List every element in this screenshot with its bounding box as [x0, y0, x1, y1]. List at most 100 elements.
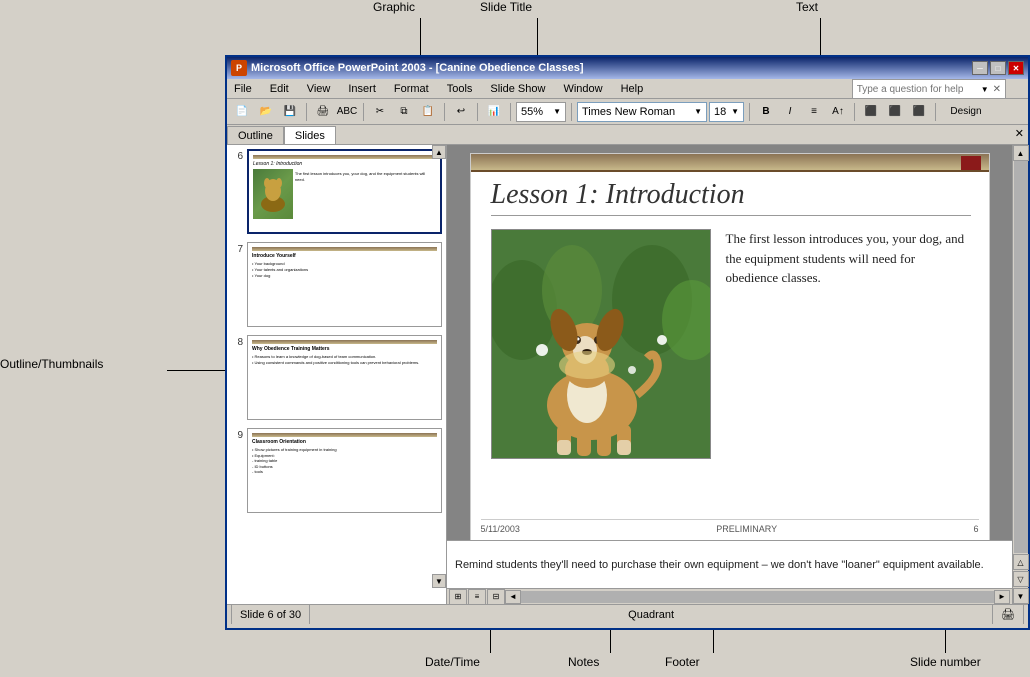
- slide-main: Lesson 1: Introduction: [447, 145, 1012, 604]
- toolbar-sep-7: [749, 103, 750, 121]
- layout-section: Quadrant: [310, 605, 993, 624]
- menu-slideshow[interactable]: Slide Show: [487, 82, 548, 96]
- menu-help[interactable]: Help: [618, 82, 647, 96]
- slide-number-annotation-label: Slide number: [910, 655, 981, 669]
- pane-tab-row: Outline Slides ✕: [227, 125, 1028, 145]
- notes-annotation-label: Notes: [568, 655, 599, 669]
- design-status-icon[interactable]: 🖨: [1001, 608, 1015, 621]
- open-button[interactable]: 📂: [255, 102, 277, 122]
- pane-close-button[interactable]: ✕: [1015, 127, 1024, 140]
- menu-bar: File Edit View Insert Format Tools Slide…: [227, 79, 1028, 99]
- zoom-box[interactable]: 55% ▼: [516, 102, 566, 122]
- help-search-box[interactable]: ▼ ✕: [852, 79, 1006, 99]
- scroll-down-button[interactable]: ▼: [1013, 588, 1029, 604]
- zoom-dropdown-icon[interactable]: ▼: [553, 107, 561, 116]
- view-buttons: ⊞ ≡ ⊟: [449, 589, 505, 605]
- thumb-scroll-up[interactable]: ▲: [432, 145, 446, 159]
- slide-footer: 5/11/2003 PRELIMINARY 6: [481, 519, 979, 534]
- thumb-slide-9[interactable]: Classroom Orientation • Show pictures of…: [247, 428, 442, 513]
- slidesorter-view-button[interactable]: ⊟: [487, 589, 505, 605]
- font-size-box[interactable]: 18 ▼: [709, 102, 744, 122]
- thumb-slide-6[interactable]: Lesson 1: Introduction: [247, 149, 442, 234]
- menu-tools[interactable]: Tools: [444, 82, 476, 96]
- prev-slide-button[interactable]: △: [1013, 554, 1029, 570]
- thumb-content-8: Why Obedience Training Matters • Reasons…: [248, 336, 441, 419]
- scroll-track[interactable]: [1014, 161, 1028, 553]
- slides-tab[interactable]: Slides: [284, 126, 336, 144]
- cut-button[interactable]: ✂: [369, 102, 391, 122]
- thumb-slide-7[interactable]: Introduce Yourself • Your background• Yo…: [247, 242, 442, 327]
- thumbnail-slide-6[interactable]: 6 Lesson 1: Introduction: [231, 149, 442, 234]
- help-search-input[interactable]: [857, 84, 977, 95]
- help-close-icon[interactable]: ✕: [993, 84, 1001, 95]
- minimize-button[interactable]: ─: [972, 61, 988, 75]
- thumb-num-9: 9: [231, 428, 243, 441]
- app-icon: P: [231, 60, 247, 76]
- right-scrollbar: ▲ △ ▽ ▼: [1012, 145, 1028, 604]
- toolbar-sep-3: [444, 103, 445, 121]
- thumbnail-slide-9[interactable]: 9 Classroom Orientation • Show pictures …: [231, 428, 442, 513]
- slide-info-section: Slide 6 of 30: [231, 605, 310, 624]
- thumb-slide-8[interactable]: Why Obedience Training Matters • Reasons…: [247, 335, 442, 420]
- design-button[interactable]: Design: [941, 102, 991, 122]
- pane-tabs: Outline Slides: [227, 126, 336, 144]
- bottom-scrollbar[interactable]: ⊞ ≡ ⊟ ◄ ►: [447, 588, 1012, 604]
- font-name-box[interactable]: Times New Roman ▼: [577, 102, 707, 122]
- menu-file[interactable]: File: [231, 82, 255, 96]
- app-window: P Microsoft Office PowerPoint 2003 - [Ca…: [225, 55, 1030, 630]
- menu-insert[interactable]: Insert: [345, 82, 379, 96]
- slide-canvas: Lesson 1: Introduction: [470, 153, 990, 540]
- copy-button[interactable]: ⧉: [393, 102, 415, 122]
- toolbar-sep-5: [510, 103, 511, 121]
- close-button[interactable]: ✕: [1008, 61, 1024, 75]
- normal-view-button[interactable]: ⊞: [449, 589, 467, 605]
- toolbar-sep-6: [571, 103, 572, 121]
- font-name-dropdown-icon[interactable]: ▼: [694, 107, 702, 116]
- window-title: Microsoft Office PowerPoint 2003 - [Cani…: [251, 62, 584, 74]
- date-time-annotation-label: Date/Time: [425, 655, 480, 669]
- menu-edit[interactable]: Edit: [267, 82, 292, 96]
- align-right-button[interactable]: ⬛: [908, 102, 930, 122]
- bullets-button[interactable]: ≡: [803, 102, 825, 122]
- title-bar-buttons[interactable]: ─ □ ✕: [972, 61, 1024, 75]
- increase-font-button[interactable]: A↑: [827, 102, 849, 122]
- undo-button[interactable]: ↩: [450, 102, 472, 122]
- outline-tab[interactable]: Outline: [227, 126, 284, 144]
- scroll-left-button[interactable]: ◄: [505, 590, 521, 604]
- font-name-value: Times New Roman: [582, 106, 675, 118]
- maximize-button[interactable]: □: [990, 61, 1006, 75]
- title-bar-left: P Microsoft Office PowerPoint 2003 - [Ca…: [231, 60, 584, 76]
- align-center-button[interactable]: ⬛: [884, 102, 906, 122]
- thumbnail-slide-8[interactable]: 8 Why Obedience Training Matters • Reaso…: [231, 335, 442, 420]
- menu-window[interactable]: Window: [560, 82, 605, 96]
- thumbnail-panel: ▲ 6 Lesson 1: Introduction: [227, 145, 447, 604]
- thumbnail-slide-7[interactable]: 7 Introduce Yourself • Your background• …: [231, 242, 442, 327]
- menu-view[interactable]: View: [304, 82, 334, 96]
- scroll-right-button[interactable]: ►: [994, 590, 1010, 604]
- slide-info-text: Slide 6 of 30: [240, 609, 301, 621]
- scroll-up-button[interactable]: ▲: [1013, 145, 1029, 161]
- next-slide-button[interactable]: ▽: [1013, 571, 1029, 587]
- new-button[interactable]: 📄: [231, 102, 253, 122]
- help-dropdown-icon[interactable]: ▼: [981, 85, 989, 94]
- paste-button[interactable]: 📋: [417, 102, 439, 122]
- bold-button[interactable]: B: [755, 102, 777, 122]
- thumb-content-9: Classroom Orientation • Show pictures of…: [248, 429, 441, 512]
- slide-footer-text: PRELIMINARY: [716, 524, 777, 534]
- slide-date: 5/11/2003: [481, 524, 520, 534]
- notes-panel: Remind students they'll need to purchase…: [447, 540, 1012, 588]
- thumb-scroll-down[interactable]: ▼: [432, 574, 446, 588]
- align-left-button[interactable]: ⬛: [860, 102, 882, 122]
- menu-format[interactable]: Format: [391, 82, 432, 96]
- design-icon-section[interactable]: 🖨: [993, 605, 1024, 624]
- font-size-dropdown-icon[interactable]: ▼: [731, 107, 739, 116]
- print-button[interactable]: 🖨: [312, 102, 334, 122]
- horizontal-scroll-track[interactable]: [521, 591, 994, 603]
- content-area: ▲ 6 Lesson 1: Introduction: [227, 145, 1028, 604]
- outline-view-button[interactable]: ≡: [468, 589, 486, 605]
- save-button[interactable]: 💾: [279, 102, 301, 122]
- italic-button[interactable]: I: [779, 102, 801, 122]
- chart-button[interactable]: 📊: [483, 102, 505, 122]
- zoom-value: 55%: [521, 106, 543, 118]
- spellcheck-button[interactable]: ABC: [336, 102, 358, 122]
